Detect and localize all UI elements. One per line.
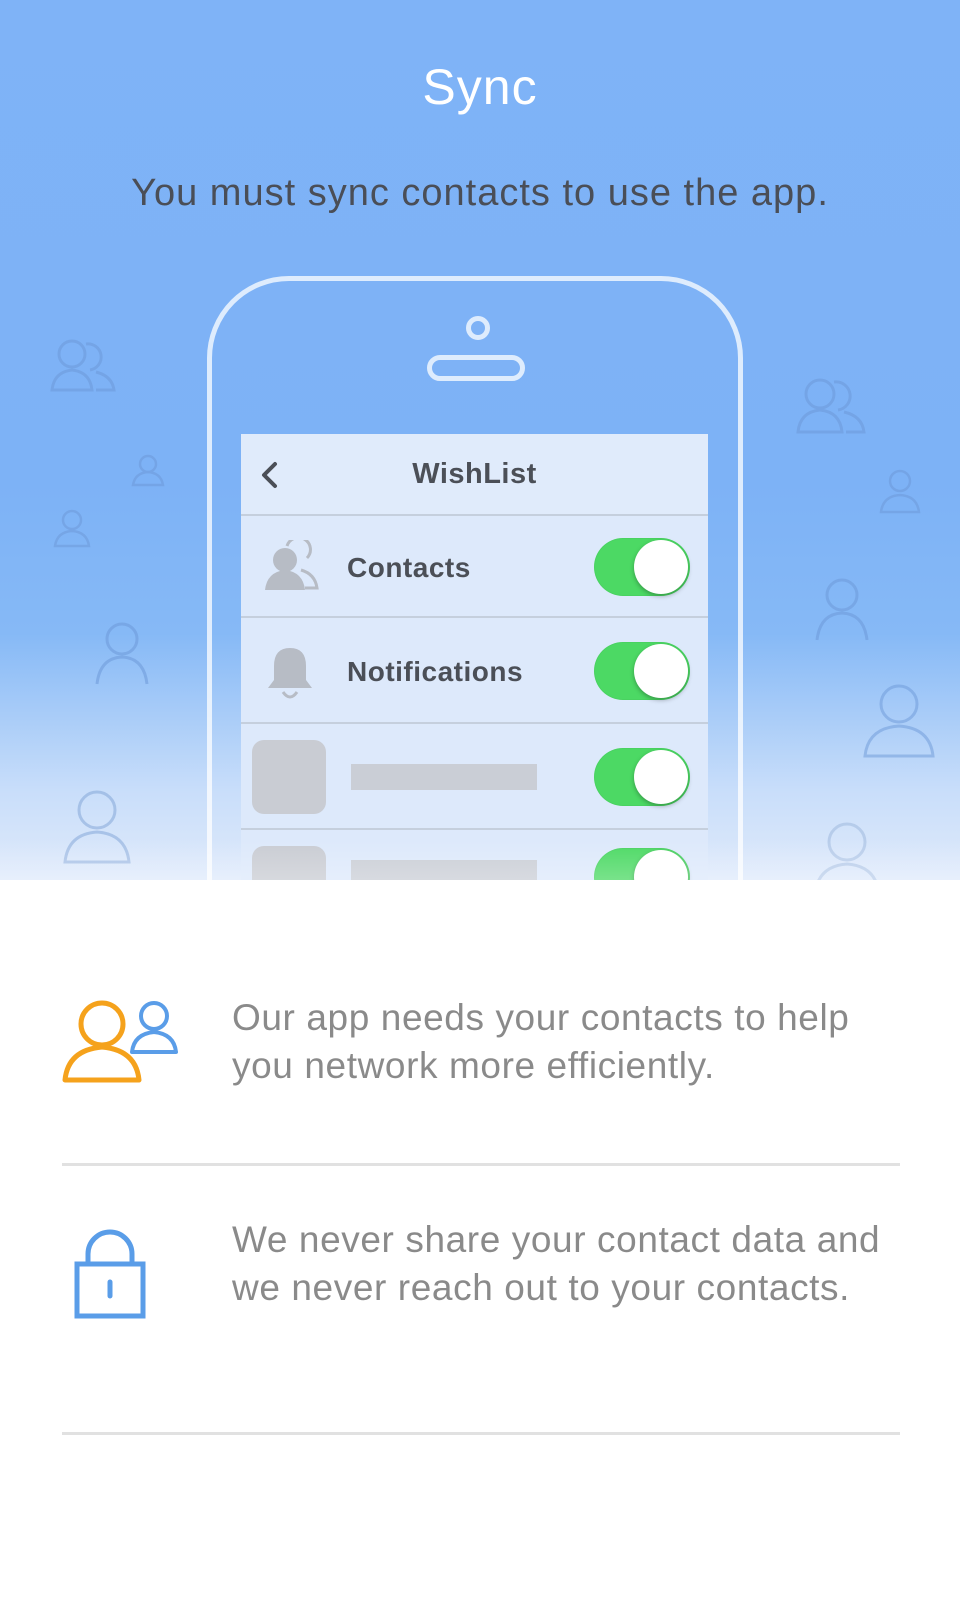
page-title: Sync [422,59,538,115]
placeholder-thumbnail [252,740,326,814]
person-icon [862,680,936,760]
preview-row-placeholder [241,724,708,830]
contacts-icon [263,536,319,597]
toggle-knob [634,644,688,698]
preview-row-label: Contacts [347,552,471,583]
info-text: We never share your contact data and we … [232,1219,881,1308]
placeholder-toggle[interactable] [594,748,690,806]
info-panel: Our app needs your contacts to help you … [0,880,960,1614]
hero-section: Sync You must sync contacts to use the a… [0,0,960,880]
divider [62,1163,900,1166]
preview-nav-bar: WishList [241,434,708,516]
toggle-knob [634,750,688,804]
group-icon [48,336,118,396]
lock-icon [74,1228,146,1325]
divider [62,1432,900,1435]
users-icon [62,994,178,1089]
page-subtitle: You must sync contacts to use the app. [131,172,829,214]
info-item-privacy: We never share your contact data and we … [62,1219,900,1380]
person-icon [130,452,166,488]
preview-row-label: Notifications [347,656,524,687]
bell-icon [263,644,317,707]
person-icon [878,466,922,516]
phone-screen-preview: WishList Contacts Notifications [241,434,708,880]
phone-speaker [427,355,525,381]
person-icon [94,620,150,686]
person-icon [52,506,92,550]
info-text: Our app needs your contacts to help you … [232,997,850,1086]
phone-camera [466,316,490,340]
toggle-knob [634,540,688,594]
preview-row-notifications: Notifications [241,618,708,724]
contacts-toggle[interactable] [594,538,690,596]
notifications-toggle[interactable] [594,642,690,700]
person-icon [814,576,870,642]
hero-fade [0,840,960,880]
preview-nav-title: WishList [412,458,537,490]
group-icon [794,374,866,436]
preview-row-contacts: Contacts [241,516,708,618]
info-item-contacts: Our app needs your contacts to help you … [62,990,900,1110]
placeholder-text-bar [351,764,537,790]
